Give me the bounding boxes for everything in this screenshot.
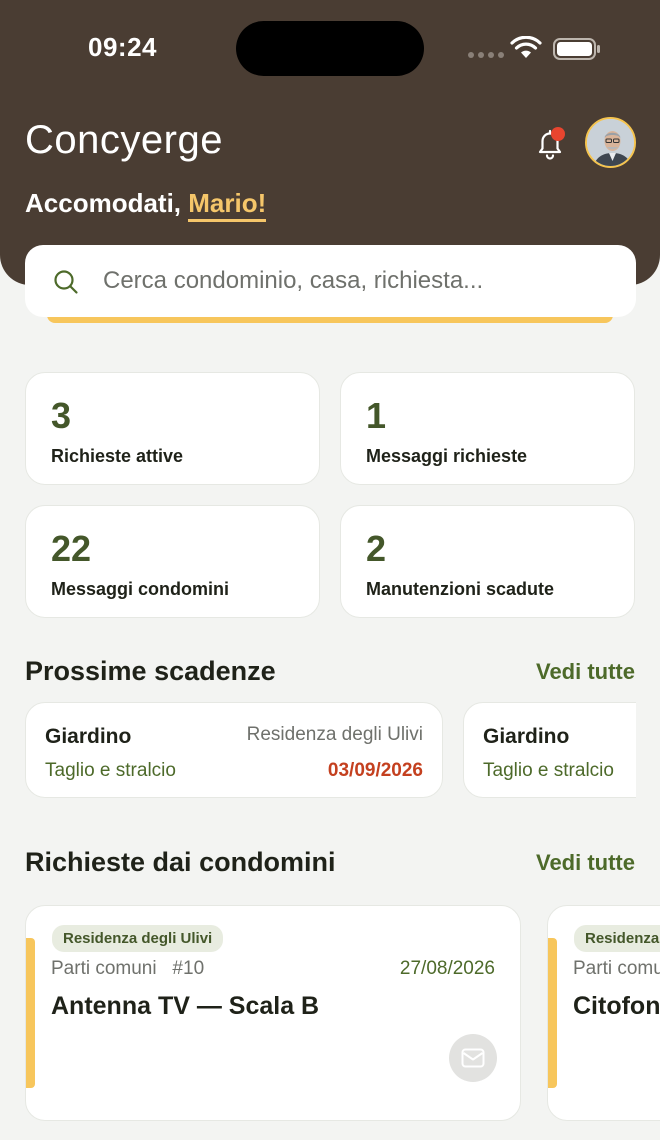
deadline-card[interactable]: Giardino Taglio e stralcio bbox=[463, 702, 636, 798]
status-time: 09:24 bbox=[88, 32, 157, 62]
request-accent-bar bbox=[26, 938, 35, 1088]
stat-value: 1 bbox=[366, 395, 387, 436]
request-accent-bar bbox=[548, 938, 557, 1088]
dynamic-island bbox=[236, 21, 424, 76]
deadline-place: Residenza degli Ulivi bbox=[246, 724, 423, 745]
stat-label: Richieste attive bbox=[51, 446, 184, 466]
stat-label: Manutenzioni scadute bbox=[366, 579, 555, 599]
greeting: Accomodati, Mario! bbox=[25, 188, 267, 222]
request-meta: Parti comuni #10 bbox=[51, 958, 205, 979]
deadline-task: Taglio e stralcio bbox=[483, 760, 614, 781]
deadlines-see-all-link[interactable]: Vedi tutte bbox=[536, 659, 635, 685]
search-bar bbox=[25, 245, 636, 325]
stat-card-condo-messages[interactable]: 22 Messaggi condomini bbox=[25, 505, 320, 618]
request-card[interactable]: Residenza degli Ulivi Parti comuni Citof… bbox=[547, 905, 660, 1121]
request-condo-badge: Residenza degli Ulivi bbox=[574, 925, 660, 952]
requests-see-all-link[interactable]: Vedi tutte bbox=[536, 850, 635, 876]
stat-value: 22 bbox=[51, 528, 92, 569]
search-icon bbox=[54, 270, 78, 294]
avatar[interactable] bbox=[585, 117, 636, 168]
stat-value: 2 bbox=[366, 528, 387, 569]
search-input[interactable] bbox=[103, 261, 603, 301]
mail-icon bbox=[461, 1048, 485, 1068]
deadline-card[interactable]: Giardino Residenza degli Ulivi Taglio e … bbox=[25, 702, 443, 798]
greeting-prefix: Accomodati, bbox=[25, 188, 189, 218]
status-bar: 09:24 bbox=[0, 0, 660, 96]
stat-value: 3 bbox=[51, 395, 72, 436]
notification-badge bbox=[551, 127, 565, 141]
search-box[interactable] bbox=[25, 245, 636, 317]
request-condo-badge: Residenza degli Ulivi bbox=[52, 925, 224, 952]
stat-card-active-requests[interactable]: 3 Richieste attive bbox=[25, 372, 320, 485]
stat-card-request-messages[interactable]: 1 Messaggi richieste bbox=[340, 372, 635, 485]
deadline-category: Giardino bbox=[483, 725, 570, 748]
greeting-name: Mario! bbox=[188, 188, 267, 222]
deadline-date: 03/09/2026 bbox=[327, 760, 423, 781]
request-card[interactable]: Residenza degli Ulivi Parti comuni #10 2… bbox=[25, 905, 521, 1121]
wifi-icon bbox=[510, 36, 542, 58]
app-title: Concyerge bbox=[25, 118, 223, 162]
stat-card-overdue-maintenance[interactable]: 2 Manutenzioni scadute bbox=[340, 505, 635, 618]
request-meta: Parti comuni bbox=[573, 958, 660, 979]
request-date: 27/08/2026 bbox=[399, 958, 495, 979]
request-title: Citofono bbox=[573, 992, 660, 1020]
stat-label: Messaggi condomini bbox=[51, 579, 230, 599]
deadline-task: Taglio e stralcio bbox=[45, 760, 176, 781]
stat-label: Messaggi richieste bbox=[366, 446, 528, 466]
signal-icon bbox=[468, 52, 504, 58]
mail-button[interactable] bbox=[449, 1034, 497, 1082]
section-title-deadlines: Prossime scadenze bbox=[25, 656, 276, 686]
deadlines-carousel[interactable]: Giardino Residenza degli Ulivi Taglio e … bbox=[25, 702, 636, 800]
battery-icon bbox=[553, 38, 600, 60]
request-title: Antenna TV — Scala B bbox=[51, 992, 320, 1020]
requests-carousel[interactable]: Residenza degli Ulivi Parti comuni #10 2… bbox=[25, 905, 660, 1123]
deadline-category: Giardino bbox=[45, 725, 132, 748]
section-title-requests: Richieste dai condomini bbox=[25, 847, 336, 877]
